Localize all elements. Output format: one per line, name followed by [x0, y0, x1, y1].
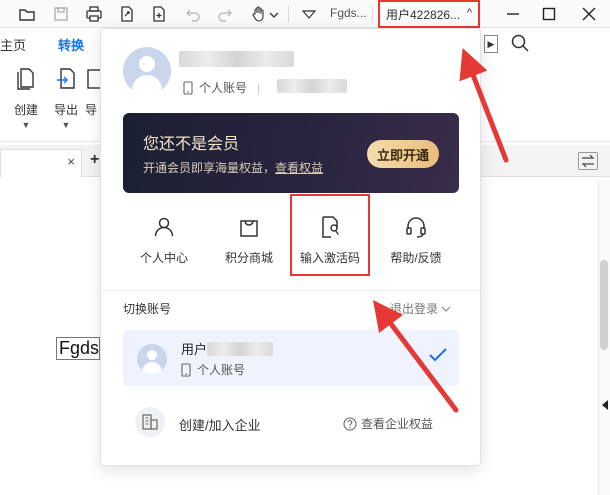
maximize-button[interactable]	[532, 0, 566, 28]
create-icon	[17, 68, 34, 90]
open-vip-button[interactable]: 立即开通	[367, 140, 439, 168]
create-button[interactable]: 创建 ▼	[6, 66, 46, 130]
phone-icon	[181, 362, 191, 377]
account-row-type: 个人账号	[181, 361, 245, 378]
chevron-down-icon: ▼	[21, 120, 31, 130]
logout-label: 退出登录	[390, 302, 439, 316]
chevron-down-icon[interactable]	[268, 3, 280, 25]
enterprise-icon	[135, 407, 165, 437]
tab-convert[interactable]: 转换	[58, 35, 85, 60]
user-account-button[interactable]: 用户422826... ^	[378, 0, 480, 28]
export-icon[interactable]	[116, 3, 138, 25]
print-icon[interactable]	[83, 3, 105, 25]
account-row-type-label: 个人账号	[197, 363, 246, 377]
user-icon	[154, 217, 174, 237]
separator	[372, 6, 373, 22]
help-feedback-button[interactable]: 帮助/反馈	[377, 209, 455, 279]
more-ribbon-button[interactable]: 导	[82, 66, 100, 118]
vip-subtitle: 开通会员即享海量权益，查看权益	[143, 159, 323, 176]
username-redacted	[179, 51, 294, 67]
search-icon[interactable]	[510, 33, 530, 56]
undo-icon[interactable]	[182, 3, 204, 25]
view-enterprise-rights-label: 查看企业权益	[361, 417, 434, 431]
chevron-up-icon: ^	[466, 7, 472, 19]
account-name: 用户	[181, 342, 208, 357]
vip-title: 您还不是会员	[143, 136, 240, 153]
logout-button[interactable]: 退出登录	[390, 300, 451, 317]
vip-subtitle-text: 开通会员即享海量权益，	[143, 161, 276, 175]
export-label: 导出	[53, 103, 78, 117]
view-benefits-link[interactable]: 查看权益	[275, 161, 323, 175]
close-tab-icon[interactable]: ×	[67, 154, 75, 169]
annotation-highlight-box	[290, 194, 370, 276]
swap-icon[interactable]	[578, 152, 598, 170]
create-label: 创建	[13, 103, 38, 117]
chevron-down-icon	[441, 306, 451, 312]
account-popup: 个人账号 | 您还不是会员 开通会员即享海量权益，查看权益 立即开通 个人中心 …	[100, 28, 482, 466]
ribbon-expand-button[interactable]: ▶	[484, 35, 498, 53]
side-panel-arrow-icon[interactable]	[602, 400, 608, 410]
tab-home[interactable]: 主页	[0, 35, 26, 54]
points-mall-button[interactable]: 积分商城	[210, 209, 288, 279]
minimize-button[interactable]	[496, 0, 530, 28]
switch-account-label: 切换账号	[123, 302, 172, 316]
avatar[interactable]	[123, 47, 171, 95]
save-icon[interactable]	[50, 3, 72, 25]
headset-icon	[406, 217, 426, 238]
create-join-enterprise-button[interactable]: 创建/加入企业	[179, 415, 261, 434]
scrollbar-thumb[interactable]	[600, 260, 608, 350]
account-id-redacted	[277, 79, 347, 93]
account-row[interactable]: 用户 个人账号	[123, 330, 459, 386]
avatar	[137, 344, 167, 374]
personal-center-label: 个人中心	[139, 251, 188, 265]
more-icon	[87, 69, 100, 89]
account-info: 个人账号 |	[183, 79, 260, 96]
new-icon[interactable]	[148, 3, 170, 25]
account-type-label: 个人账号	[199, 81, 248, 95]
folder-icon[interactable]	[16, 3, 38, 25]
file-name[interactable]: Fgds...	[330, 6, 367, 20]
hand-tool-icon[interactable]	[248, 3, 270, 25]
dropdown-chevron-icon[interactable]	[298, 3, 320, 25]
document-text[interactable]: Fgdsg	[56, 337, 100, 360]
chevron-down-icon: ▼	[61, 120, 71, 130]
more-label: 导	[84, 103, 97, 117]
document-tab[interactable]: ×	[0, 149, 82, 177]
export-button[interactable]: 导出 ▼	[46, 66, 86, 130]
shopping-bag-icon	[240, 220, 258, 237]
close-window-button[interactable]	[572, 0, 606, 28]
view-enterprise-rights-button[interactable]: 查看企业权益	[343, 415, 433, 432]
divider	[101, 290, 482, 291]
new-tab-button[interactable]: +	[90, 151, 99, 169]
help-circle-icon	[343, 416, 357, 431]
user-label: 用户422826...	[386, 8, 461, 22]
export-icon	[57, 68, 75, 89]
phone-icon	[183, 80, 193, 95]
personal-center-button[interactable]: 个人中心	[125, 209, 203, 279]
redo-icon[interactable]	[214, 3, 236, 25]
account-name-redacted	[207, 342, 273, 356]
vip-card: 您还不是会员 开通会员即享海量权益，查看权益 立即开通	[123, 113, 459, 193]
separator	[288, 6, 289, 22]
points-mall-label: 积分商城	[224, 251, 273, 265]
checkmark-icon	[429, 348, 447, 362]
help-feedback-label: 帮助/反馈	[390, 251, 442, 265]
title-bar: Fgds... 用户422826... ^	[0, 0, 610, 28]
divider-pipe: |	[257, 80, 261, 95]
